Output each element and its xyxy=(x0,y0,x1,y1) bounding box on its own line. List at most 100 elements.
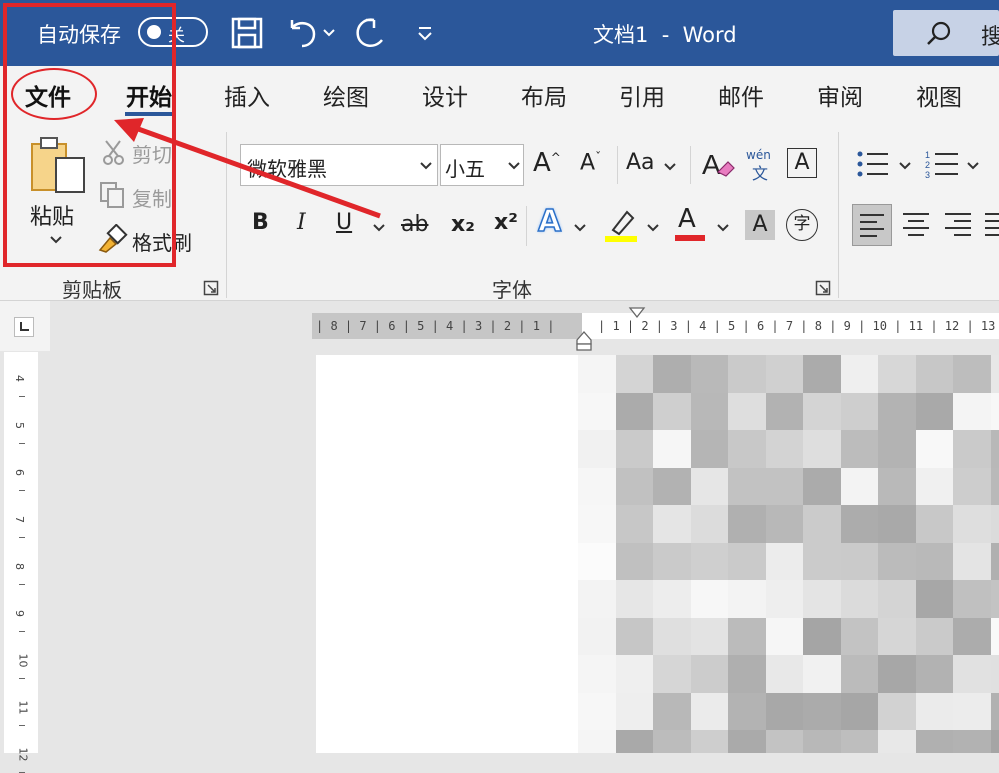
save-icon[interactable] xyxy=(230,16,264,50)
tab-draw[interactable]: 绘图 xyxy=(323,78,369,112)
tab-design[interactable]: 设计 xyxy=(422,78,468,112)
mosaic-cell xyxy=(578,393,616,431)
tab-layout[interactable]: 布局 xyxy=(521,78,567,112)
mosaic-cell xyxy=(578,618,616,656)
vertical-ruler-tick xyxy=(19,490,25,491)
change-case-label: Aa xyxy=(626,150,655,175)
character-shading-button[interactable]: A xyxy=(745,210,775,240)
tab-mailings[interactable]: 邮件 xyxy=(718,78,764,112)
vertical-ruler-number: 10 xyxy=(17,654,30,668)
mosaic-cell xyxy=(728,618,766,656)
bullets-dropdown-icon[interactable] xyxy=(898,160,912,172)
mosaic-cell xyxy=(691,355,729,393)
superscript-button[interactable]: x² xyxy=(494,210,518,235)
enclose-characters-button[interactable]: 字 xyxy=(786,209,818,241)
svg-text:2: 2 xyxy=(925,160,930,170)
mosaic-cell xyxy=(766,580,804,618)
mosaic-cell xyxy=(878,730,916,753)
mosaic-cell xyxy=(991,730,999,753)
mosaic-cell xyxy=(991,693,999,731)
mosaic-cell xyxy=(878,655,916,693)
font-size-combo[interactable]: 小五 xyxy=(440,144,524,186)
mosaic-cell xyxy=(916,393,954,431)
svg-text:3: 3 xyxy=(925,170,930,180)
mosaic-cell xyxy=(691,618,729,656)
mosaic-cell xyxy=(691,655,729,693)
character-border-button[interactable]: A xyxy=(787,148,817,178)
mosaic-cell xyxy=(728,693,766,731)
mosaic-cell xyxy=(803,693,841,731)
text-effects-dropdown-icon[interactable] xyxy=(573,222,587,234)
vertical-ruler-number: 8 xyxy=(13,563,26,570)
align-right-icon[interactable] xyxy=(942,206,974,244)
search-box[interactable]: 搜 xyxy=(893,10,999,56)
mosaic-cell xyxy=(766,655,804,693)
font-color-dropdown-icon[interactable] xyxy=(716,222,730,234)
mosaic-cell xyxy=(841,655,879,693)
mosaic-cell xyxy=(841,618,879,656)
numbering-dropdown-icon[interactable] xyxy=(966,160,980,172)
mosaic-cell xyxy=(878,430,916,468)
font-separator xyxy=(690,146,691,184)
annotation-arrow xyxy=(100,112,390,224)
tab-review[interactable]: 审阅 xyxy=(817,78,863,112)
clipboard-launcher-icon[interactable] xyxy=(203,280,219,296)
vertical-ruler-number: 4 xyxy=(13,375,26,382)
mosaic-cell xyxy=(878,505,916,543)
mosaic-cell xyxy=(616,693,654,731)
mosaic-cell xyxy=(953,505,991,543)
svg-text:1: 1 xyxy=(925,150,930,160)
mosaic-cell xyxy=(616,430,654,468)
mosaic-cell xyxy=(878,618,916,656)
vertical-ruler-number: 6 xyxy=(13,469,26,476)
mosaic-cell xyxy=(916,618,954,656)
tab-references[interactable]: 引用 xyxy=(619,78,665,112)
mosaic-cell xyxy=(728,580,766,618)
mosaic-cell xyxy=(991,430,999,468)
clear-formatting-icon[interactable]: A xyxy=(700,146,736,182)
change-case-button[interactable]: Aa xyxy=(626,150,655,175)
first-line-indent-marker[interactable] xyxy=(628,306,646,320)
grow-font-button[interactable]: A^ xyxy=(533,148,561,178)
align-left-icon xyxy=(853,205,891,245)
customize-toolbar-icon[interactable] xyxy=(416,24,434,42)
mosaic-cell xyxy=(878,393,916,431)
hanging-indent-marker[interactable] xyxy=(575,330,593,352)
font-color-button[interactable]: A xyxy=(678,204,696,234)
highlight-dropdown-icon[interactable] xyxy=(646,222,660,234)
strikethrough-button[interactable]: ab xyxy=(401,212,428,237)
mosaic-cell xyxy=(616,543,654,581)
mosaic-cell xyxy=(653,693,691,731)
mosaic-cell xyxy=(578,430,616,468)
mosaic-cell xyxy=(728,393,766,431)
undo-icon[interactable] xyxy=(284,16,320,50)
redo-icon[interactable] xyxy=(352,14,388,52)
mosaic-cell xyxy=(841,693,879,731)
mosaic-cell xyxy=(803,505,841,543)
tab-insert[interactable]: 插入 xyxy=(224,78,270,112)
shrink-font-button[interactable]: Aˇ xyxy=(580,150,601,175)
mosaic-cell xyxy=(766,468,804,506)
subscript-button[interactable]: x₂ xyxy=(451,212,475,237)
font-launcher-icon[interactable] xyxy=(815,280,831,296)
change-case-dropdown-icon[interactable] xyxy=(663,161,677,173)
bullets-icon[interactable] xyxy=(856,148,890,180)
tab-selector[interactable] xyxy=(14,317,34,337)
undo-dropdown-icon[interactable] xyxy=(322,26,336,40)
align-center-icon[interactable] xyxy=(900,206,932,244)
mosaic-cell xyxy=(953,580,991,618)
ruler-marks-left: | 8 | 7 | 6 | 5 | 4 | 3 | 2 | 1 | xyxy=(316,319,554,333)
align-left-button[interactable] xyxy=(852,204,892,246)
ruler-marks-right: | 1 | 2 | 3 | 4 | 5 | 6 | 7 | 8 | 9 | 10… xyxy=(598,319,999,333)
mosaic-cell xyxy=(616,505,654,543)
justify-icon[interactable] xyxy=(982,206,999,244)
mosaic-cell xyxy=(803,655,841,693)
mosaic-cell xyxy=(578,505,616,543)
phonetic-guide-button[interactable]: 文 xyxy=(752,160,768,184)
tab-view[interactable]: 视图 xyxy=(916,78,962,112)
highlighter-icon[interactable] xyxy=(603,206,639,242)
text-effects-button[interactable]: A xyxy=(538,204,561,239)
mosaic-cell xyxy=(653,393,691,431)
numbering-icon[interactable]: 1 2 3 xyxy=(924,148,960,180)
mosaic-cell xyxy=(728,655,766,693)
